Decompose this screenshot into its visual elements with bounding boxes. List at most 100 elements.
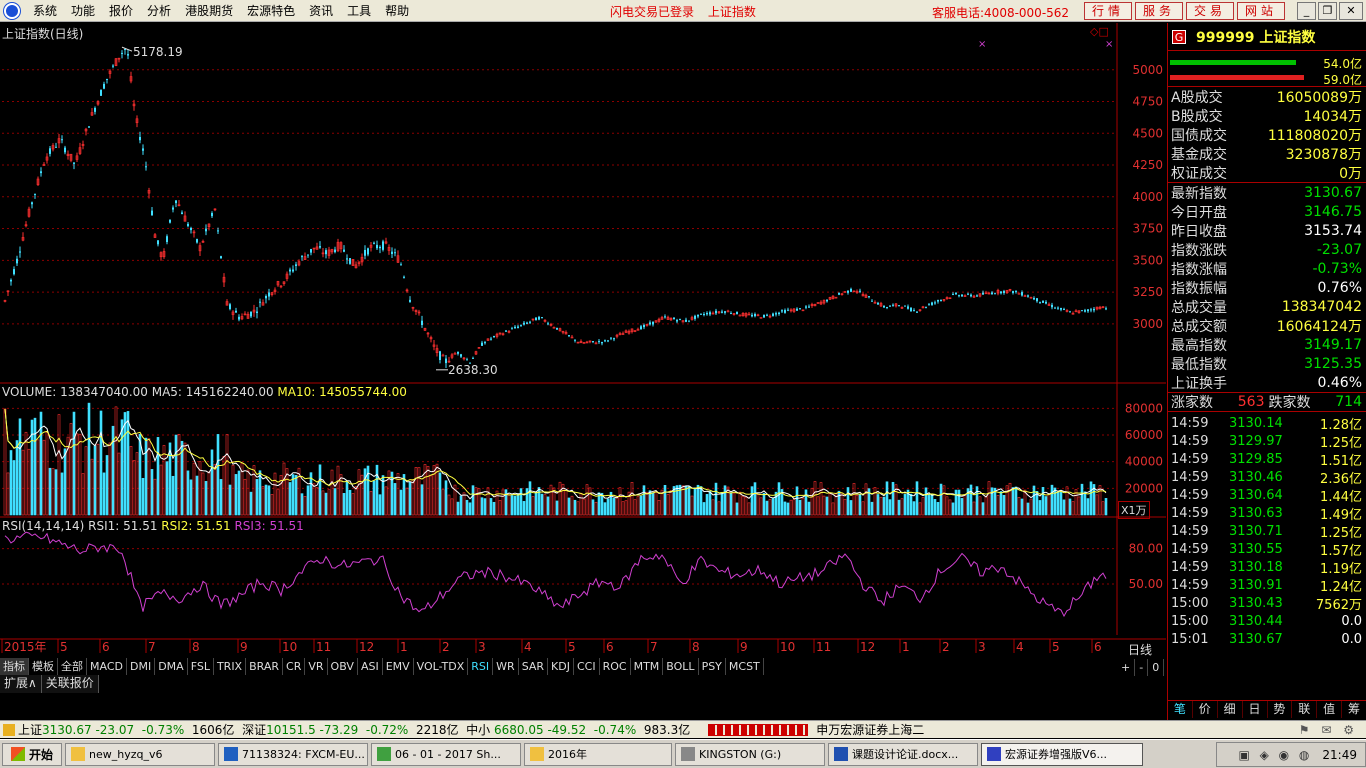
candle-body [1012, 291, 1014, 293]
restore-button[interactable]: ❐ [1318, 2, 1337, 20]
volume-bar [999, 491, 1003, 516]
indicator-tab[interactable]: 指标 [0, 657, 29, 675]
volume-bar [444, 480, 448, 516]
taskbar-item[interactable]: 宏源证券增强版V6... [981, 742, 1144, 766]
indicator-tab[interactable]: MTM [631, 657, 664, 675]
panel-tab[interactable]: 价 [1193, 701, 1218, 718]
menu-item[interactable]: 资讯 [302, 2, 340, 19]
volume-bar [426, 465, 430, 516]
tick-volume: 0.0 [1341, 631, 1362, 647]
panel-tab[interactable]: 日 [1243, 701, 1268, 718]
taskbar-item[interactable]: new_hyzq_v6 [65, 742, 216, 766]
taskbar-item[interactable]: 课题设计论证.docx... [828, 742, 979, 766]
tray-icons[interactable]: ▣ ◈ ◉ ◍ [1238, 748, 1312, 762]
top-button[interactable]: 行情 [1084, 2, 1133, 20]
indicator-tab[interactable]: 全部 [58, 657, 87, 675]
taskbar-item[interactable]: 06 - 01 - 2017 Sh... [371, 742, 522, 766]
indicator-tab[interactable]: DMI [127, 657, 156, 675]
indicator-tab[interactable]: VOL-TDX [414, 657, 469, 675]
indicator-tab[interactable]: ASI [358, 657, 383, 675]
candle-body [373, 242, 375, 244]
volume-bar [27, 448, 31, 516]
volume-unit: X1万 [1118, 501, 1150, 519]
indicator-tab[interactable]: EMV [383, 657, 414, 675]
volume-bar [672, 486, 676, 516]
indicator-tab[interactable]: SAR [519, 657, 549, 675]
menu-item[interactable]: 分析 [140, 2, 178, 19]
indicator-tab[interactable]: 模板 [29, 657, 58, 675]
candle-body [664, 316, 666, 318]
kline-chart[interactable]: 5000475045004250400037503500325030005178… [0, 23, 1166, 720]
indicator-tab[interactable]: OBV [328, 657, 358, 675]
quote-value: 3149.17 [1304, 336, 1362, 353]
breadth-row: 涨家数 563 跌家数 714 [1168, 393, 1366, 412]
taskbar-item[interactable]: 71138324: FXCM-EU... [218, 742, 369, 766]
zoom-button[interactable]: 0 [1148, 659, 1165, 676]
indicator-tab[interactable]: ROC [600, 657, 631, 675]
indicator-tab[interactable]: VR [305, 657, 328, 675]
indicator-tab[interactable]: FSL [188, 657, 214, 675]
start-button[interactable]: 开始 [2, 742, 63, 766]
indicator-tab[interactable]: BOLL [663, 657, 699, 675]
panel-tab[interactable]: 筹 [1342, 701, 1366, 718]
minimize-button[interactable]: _ [1297, 2, 1316, 20]
bottom-tab[interactable]: 关联报价 [41, 675, 99, 693]
volume-bar [1071, 501, 1075, 516]
menu-item[interactable]: 报价 [102, 2, 140, 19]
zoom-button[interactable]: - [1135, 659, 1149, 676]
taskbar-item[interactable]: KINGSTON (G:) [675, 742, 826, 766]
volume-bar [900, 498, 904, 516]
panel-tab[interactable]: 笔 [1168, 701, 1193, 718]
bottom-tab[interactable]: 扩展∧ [0, 675, 42, 693]
volume-tick-label: 20000 [1125, 481, 1163, 495]
candle-body [367, 248, 369, 255]
period-label[interactable]: 日线 [1128, 641, 1152, 658]
menu-item[interactable]: 系统 [26, 2, 64, 19]
quote-label: 最高指数 [1171, 337, 1227, 354]
high-label: 5178.19 [133, 45, 183, 59]
quote-value: 3153.74 [1304, 222, 1362, 239]
volume-bar [117, 452, 121, 516]
volume-bar [741, 496, 745, 516]
indicator-tab[interactable]: PSY [699, 657, 726, 675]
volume-bar [393, 483, 397, 516]
top-button[interactable]: 服务 [1135, 2, 1184, 20]
zoom-button[interactable]: + [1117, 659, 1136, 676]
indicator-tab[interactable]: CR [283, 657, 306, 675]
menu-item[interactable]: 港股期货 [178, 2, 240, 19]
tick-price: 3130.63 [1229, 505, 1283, 521]
panel-tab[interactable]: 值 [1317, 701, 1343, 718]
indicator-tab[interactable]: TRIX [214, 657, 247, 675]
volume-bar [237, 470, 241, 516]
menu-item[interactable]: 工具 [340, 2, 378, 19]
quote-label: 最低指数 [1171, 356, 1227, 373]
panel-tab[interactable]: 联 [1292, 701, 1318, 718]
indicator-tab[interactable]: BRAR [246, 657, 284, 675]
menu-item[interactable]: 功能 [64, 2, 102, 19]
volume-bar [12, 460, 16, 516]
indicator-tab[interactable]: KDJ [548, 657, 574, 675]
tick-row: 14:59 3129.85 1.51亿 [1168, 450, 1366, 469]
indicator-tab[interactable]: MCST [726, 657, 764, 675]
indicator-tab[interactable]: RSI [468, 657, 494, 675]
menu-item[interactable]: 宏源特色 [240, 2, 302, 19]
volume-bar [1023, 489, 1027, 516]
indicator-tab[interactable]: DMA [155, 657, 188, 675]
menu-item[interactable]: 帮助 [378, 2, 416, 19]
panel-tab[interactable]: 势 [1268, 701, 1293, 718]
quote-row: 指数涨幅 -0.73% [1168, 259, 1366, 278]
volume-bar [594, 501, 598, 516]
indicator-tab[interactable]: MACD [87, 657, 127, 675]
taskbar-item[interactable]: 2016年 [524, 742, 673, 766]
indicator-tab[interactable]: CCI [574, 657, 600, 675]
volume-bar [276, 489, 280, 516]
top-button[interactable]: 交易 [1186, 2, 1235, 20]
ticker-tool-icons[interactable]: ⚑ ✉ ⚙ [1299, 723, 1358, 737]
close-button[interactable]: ✕ [1339, 2, 1363, 20]
panel-tab[interactable]: 细 [1218, 701, 1243, 718]
indicator-tab[interactable]: WR [493, 657, 519, 675]
chart-options-icon[interactable]: ◇□ [1090, 25, 1109, 38]
volume-bar [624, 500, 628, 516]
candle-body [538, 316, 540, 320]
top-button[interactable]: 网站 [1237, 2, 1286, 20]
